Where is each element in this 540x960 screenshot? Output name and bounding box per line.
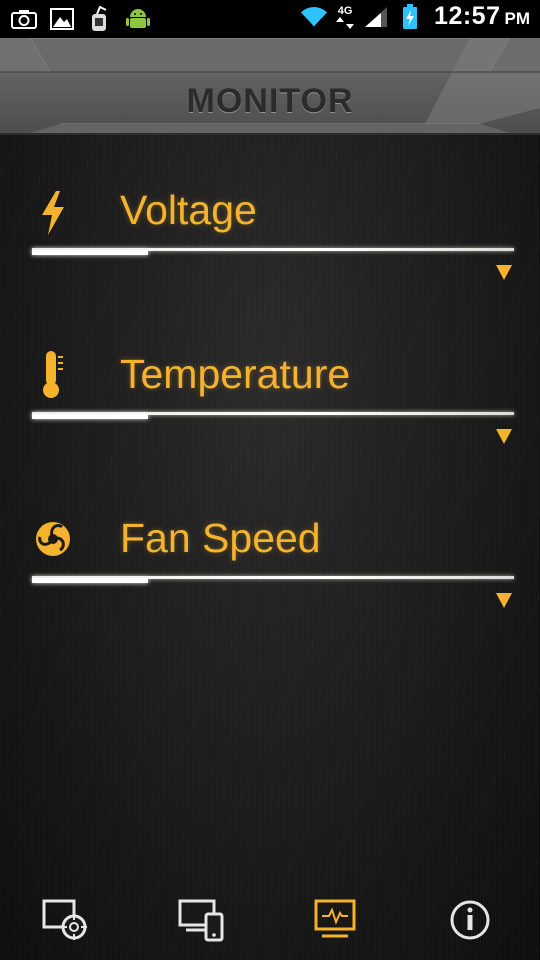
devices-icon[interactable] (178, 898, 226, 942)
fan-speed-section[interactable]: Fan Speed (0, 503, 540, 623)
android-icon (124, 5, 152, 33)
brushed-metal-background (0, 0, 540, 960)
info-icon[interactable] (448, 898, 496, 942)
camera-icon (10, 5, 38, 33)
temperature-expand-arrow-icon[interactable] (495, 427, 513, 445)
temperature-label: Temperature (120, 351, 351, 397)
signal-icon (362, 3, 390, 31)
battery-charging-icon (396, 3, 424, 31)
voltage-label: Voltage (120, 187, 257, 233)
voltage-expand-arrow-icon[interactable] (495, 263, 513, 281)
thermometer-icon (34, 349, 74, 398)
temperature-bar-fill (32, 414, 148, 419)
fan-speed-label: Fan Speed (120, 515, 321, 561)
status-clock: 12:57 PM (434, 2, 530, 30)
target-screen-icon[interactable] (42, 898, 90, 942)
temperature-section[interactable]: Temperature (0, 339, 540, 459)
wifi-icon (300, 3, 328, 31)
page-title: MONITOR (186, 82, 354, 120)
app-header: MONITOR (0, 38, 540, 135)
voltage-section[interactable]: Voltage (0, 175, 540, 295)
fan-speed-bar-fill (32, 578, 148, 583)
network-4g-icon: 4G (334, 3, 356, 31)
fan-speed-expand-arrow-icon[interactable] (495, 591, 513, 609)
debug-icon (86, 5, 114, 33)
monitor-pulse-icon[interactable] (312, 898, 360, 942)
voltage-bar-fill (32, 250, 148, 255)
bottom-navigation (0, 888, 540, 960)
lightning-icon (34, 189, 74, 237)
status-bar: 4G 12:57 PM (0, 0, 540, 38)
gallery-icon (48, 5, 76, 33)
fan-icon (34, 517, 74, 565)
